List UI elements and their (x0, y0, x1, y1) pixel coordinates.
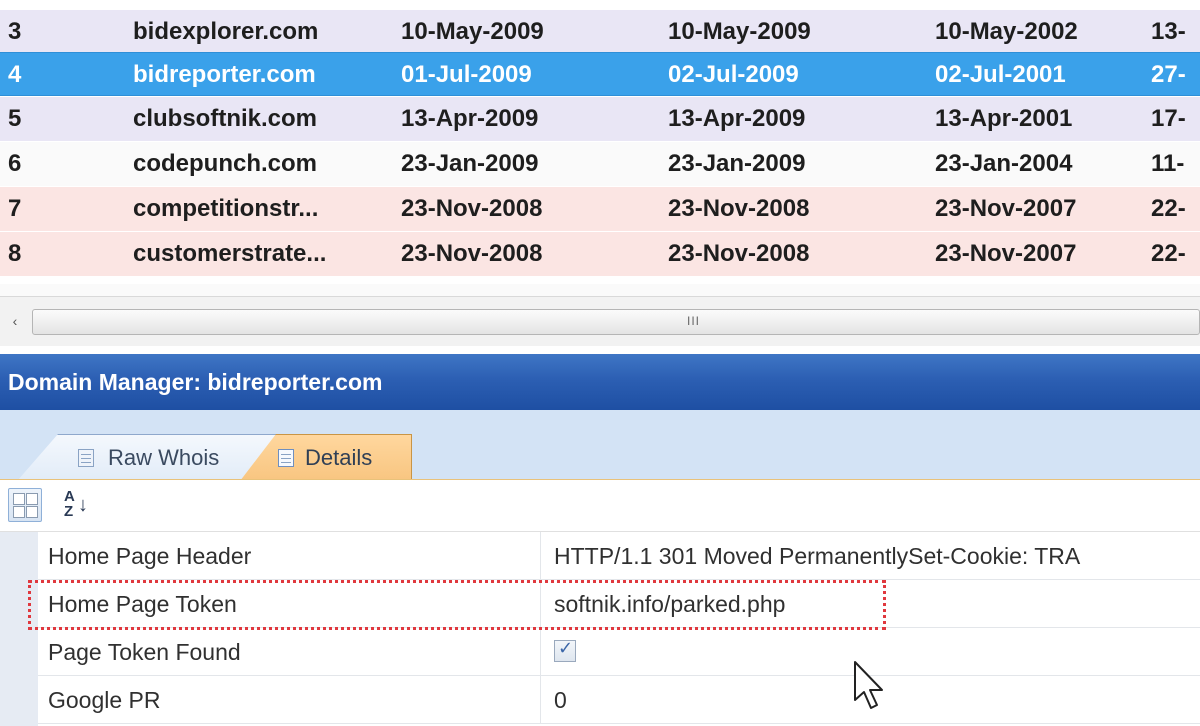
row-number: 6 (8, 150, 22, 177)
scroll-left-arrow-icon[interactable]: ‹ (2, 307, 28, 335)
scroll-thumb[interactable]: III (32, 309, 1200, 335)
date-cell: 13-Apr-2001 (935, 105, 1073, 132)
table-row[interactable]: 3 bidexplorer.com 10-May-2009 10-May-200… (0, 10, 1200, 54)
property-value[interactable]: softnik.info/parked.php (554, 580, 1200, 628)
date-cell: 02-Jul-2009 (668, 61, 799, 88)
date-cell: 23-Jan-2009 (668, 150, 806, 177)
date-cell: 23-Nov-2008 (401, 195, 543, 222)
column-divider (540, 580, 541, 628)
property-name: Home Page Token (48, 591, 237, 617)
row-number: 3 (8, 18, 22, 45)
date-cell: 10-May-2002 (935, 18, 1078, 45)
table-row[interactable]: 8 customerstrate... 23-Nov-2008 23-Nov-2… (0, 232, 1200, 276)
date-cell: 11- (1151, 150, 1185, 177)
checkmark-icon: ✓ (558, 638, 574, 658)
domain-name: clubsoftnik.com (133, 105, 318, 132)
page-token-found-checkbox[interactable]: ✓ (554, 638, 576, 662)
table-row[interactable]: 5 clubsoftnik.com 13-Apr-2009 13-Apr-200… (0, 97, 1200, 141)
date-cell: 23-Jan-2009 (401, 150, 539, 177)
domain-name: bidexplorer.com (133, 18, 319, 45)
tab-strip: Raw Whois Details (0, 410, 1200, 481)
date-cell: 17- (1151, 105, 1186, 132)
property-row[interactable]: Page Token Found ✓ (38, 628, 1200, 676)
property-grid-margin (0, 532, 38, 726)
categorized-icon (26, 493, 38, 505)
table-row-clipped[interactable] (0, 284, 1200, 296)
row-number: 7 (8, 195, 22, 222)
date-cell: 27- (1151, 61, 1186, 88)
sort-az-icon: Z (64, 503, 74, 520)
tab-label: Details (305, 445, 373, 470)
domain-manager-title: Domain Manager: bidreporter.com (0, 354, 1200, 410)
table-row-selected[interactable]: 4 bidreporter.com 01-Jul-2009 02-Jul-200… (0, 52, 1200, 96)
date-cell: 01-Jul-2009 (401, 61, 532, 88)
property-value[interactable]: HTTP/1.1 301 Moved PermanentlySet-Cookie… (554, 532, 1200, 580)
date-cell: 13-Apr-2009 (668, 105, 806, 132)
property-grid: Home Page Header HTTP/1.1 301 Moved Perm… (0, 532, 1200, 726)
property-toolbar: A Z ↓ (0, 480, 1200, 532)
date-cell: 02-Jul-2001 (935, 61, 1066, 88)
horizontal-scrollbar[interactable]: ‹ III (0, 296, 1200, 346)
date-cell: 13- (1151, 18, 1186, 45)
date-cell: 10-May-2009 (401, 18, 544, 45)
property-row[interactable]: Home Page Header HTTP/1.1 301 Moved Perm… (38, 532, 1200, 580)
tab-raw-whois[interactable]: Raw Whois (18, 434, 276, 480)
mouse-cursor-icon (854, 661, 883, 709)
document-icon (78, 449, 94, 467)
categorized-view-button[interactable] (8, 488, 42, 522)
sort-alphabetical-button[interactable]: A Z ↓ (56, 488, 100, 522)
date-cell: 23-Nov-2008 (668, 195, 810, 222)
date-cell: 13-Apr-2009 (401, 105, 539, 132)
sort-arrow-icon: ↓ (78, 494, 88, 516)
table-row[interactable]: 7 competitionstr... 23-Nov-2008 23-Nov-2… (0, 187, 1200, 231)
row-number: 8 (8, 240, 22, 267)
categorized-icon (13, 506, 25, 518)
domain-table: 3 bidexplorer.com 10-May-2009 10-May-200… (0, 0, 1200, 296)
domain-name: codepunch.com (133, 150, 318, 177)
column-divider (540, 676, 541, 724)
property-name: Google PR (48, 687, 161, 713)
tab-label: Raw Whois (108, 445, 220, 470)
table-row[interactable]: 6 codepunch.com 23-Jan-2009 23-Jan-2009 … (0, 142, 1200, 186)
categorized-icon (13, 493, 25, 505)
property-name: Home Page Header (48, 543, 252, 569)
row-number: 5 (8, 105, 22, 132)
domain-name: bidreporter.com (133, 61, 316, 88)
grid-icon (278, 449, 294, 467)
date-cell: 10-May-2009 (668, 18, 811, 45)
property-row[interactable]: Google PR 0 (38, 676, 1200, 724)
column-divider (540, 532, 541, 580)
date-cell: 23-Nov-2008 (401, 240, 543, 267)
date-cell: 23-Nov-2007 (935, 195, 1077, 222)
column-divider (540, 628, 541, 676)
scroll-grip-icon: III (687, 314, 701, 328)
date-cell: 22- (1151, 240, 1186, 267)
property-row[interactable]: Home Page Token softnik.info/parked.php (38, 580, 1200, 628)
date-cell: 23-Nov-2008 (668, 240, 810, 267)
domain-name: competitionstr... (133, 195, 319, 222)
property-name: Page Token Found (48, 639, 241, 665)
date-cell: 23-Nov-2007 (935, 240, 1077, 267)
date-cell: 22- (1151, 195, 1186, 222)
categorized-icon (26, 506, 38, 518)
row-number: 4 (8, 61, 22, 88)
domain-name: customerstrate... (133, 240, 327, 267)
date-cell: 23-Jan-2004 (935, 150, 1073, 177)
